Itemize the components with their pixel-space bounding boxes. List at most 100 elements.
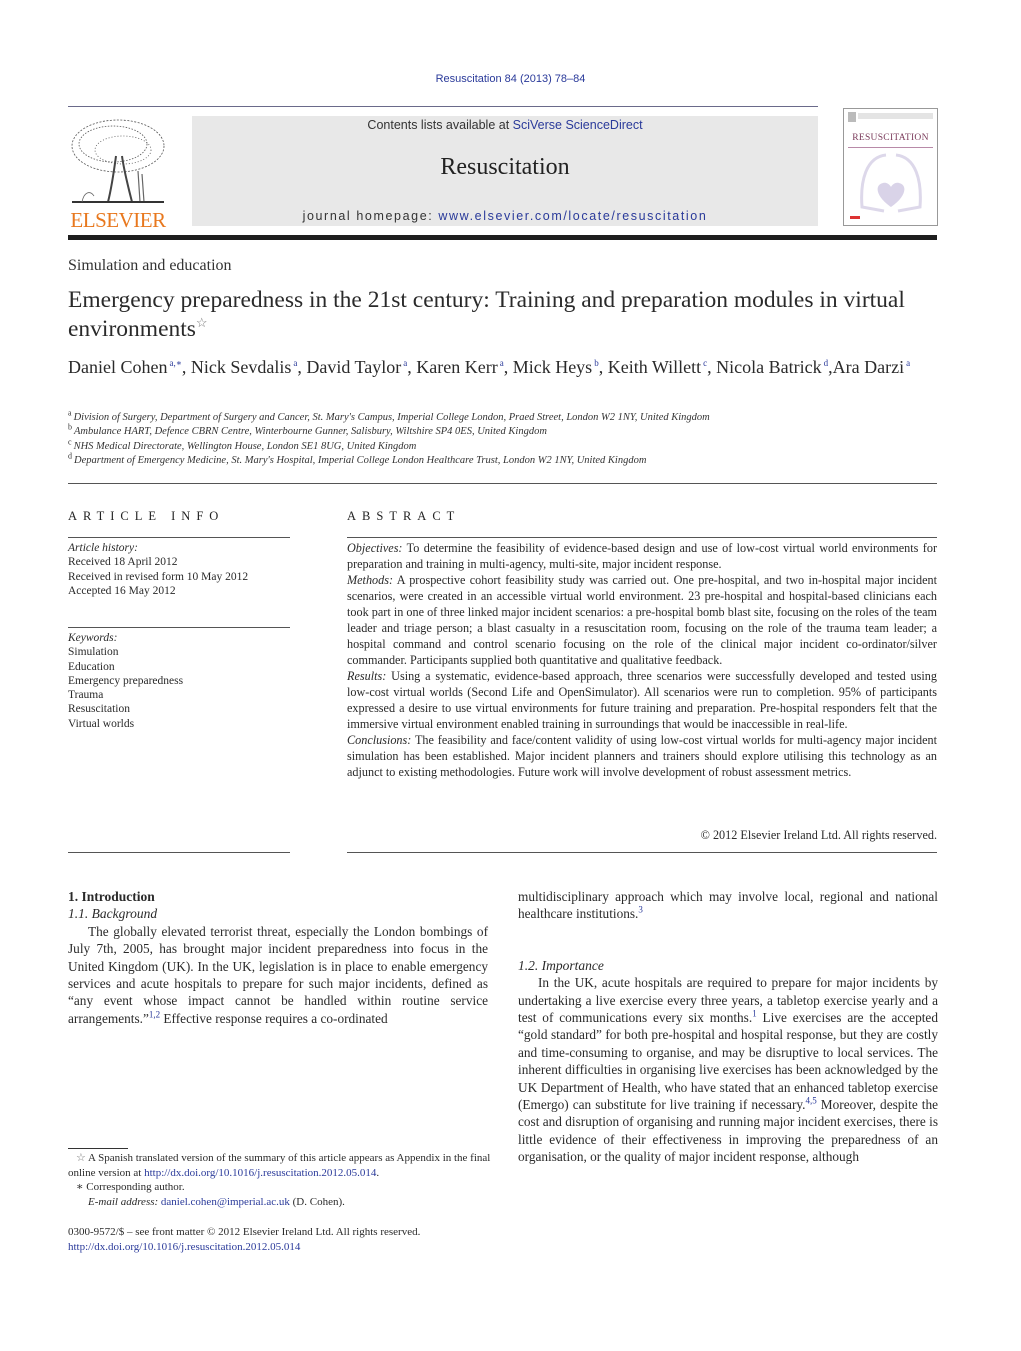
abstract-conclusions: Conclusions: The feasibility and face/co… [347, 732, 937, 780]
paragraph: multidisciplinary approach which may inv… [518, 888, 938, 923]
abstract-results: Results: Using a systematic, evidence-ba… [347, 668, 937, 732]
journal-reference[interactable]: Resuscitation 84 (2013) 78–84 [0, 73, 1021, 85]
author-list: Daniel Cohen a,∗, Nick Sevdalis a, David T… [68, 356, 948, 378]
divider-rule [68, 537, 290, 538]
journal-cover-thumbnail[interactable]: RESUSCITATION [843, 108, 938, 226]
elsevier-wordmark: ELSEVIER [70, 208, 166, 232]
abstract-text: Using a systematic, evidence-based appro… [347, 669, 937, 731]
affiliation: d Department of Emergency Medicine, St. M… [68, 451, 948, 468]
footnote-text: . [376, 1166, 380, 1179]
sciencedirect-link[interactable]: SciVerse ScienceDirect [513, 118, 643, 132]
cover-top-bar [858, 113, 933, 119]
abstract-methods: Methods: A prospective cohort feasibilit… [347, 572, 937, 668]
citation-link[interactable]: 3 [638, 905, 643, 915]
author[interactable]: Karen Kerr a, [416, 357, 512, 377]
subsection-heading-importance: 1.2. Importance [518, 957, 604, 973]
author-name: Keith Willett [607, 357, 702, 377]
copyright-notice: © 2012 Elsevier Ireland Ltd. All rights … [700, 828, 937, 842]
author-separator: , [407, 357, 417, 377]
affiliation-key: d [68, 451, 72, 461]
doi-link[interactable]: http://dx.doi.org/10.1016/j.resuscitatio… [144, 1167, 376, 1179]
author-separator: , [503, 357, 513, 377]
journal-homepage-link[interactable]: www.elsevier.com/locate/resuscitation [438, 209, 707, 223]
keywords: Keywords: Simulation Education Emergency… [68, 631, 298, 731]
citation-link[interactable]: 1,2 [149, 1009, 160, 1019]
subsection-heading-background: 1.1. Background [68, 906, 158, 922]
footnotes: ☆ A Spanish translated version of the su… [68, 1151, 493, 1209]
paragraph-text: Effective response requires a co-ordinat… [160, 1010, 388, 1026]
footnote-text: (D. Cohen). [289, 1195, 345, 1208]
paragraph-text: multidisciplinary approach which may inv… [518, 889, 938, 922]
abstract-heading: ABSTRACT [347, 509, 461, 523]
header-thick-rule [68, 235, 937, 240]
body-column-left: 1. Introduction 1.1. Background The glob… [68, 888, 488, 1027]
author-name: Daniel Cohen [68, 357, 168, 377]
citation-link[interactable]: 4,5 [806, 1096, 817, 1106]
footnote-email: E-mail address: daniel.cohen@imperial.ac… [68, 1195, 493, 1210]
abstract-label: Results: [347, 669, 387, 683]
keyword-item: Trauma [68, 689, 104, 702]
affiliation-text: Division of Surgery, Department of Surge… [73, 412, 710, 423]
keyword-item: Resuscitation [68, 703, 130, 716]
affiliation: b Ambulance HART, Defence CBRN Centre, Wi… [68, 422, 948, 439]
history-item: Received 18 April 2012 [68, 556, 178, 569]
author[interactable]: Mick Heys b, [513, 357, 608, 377]
footnote-star-icon: ☆ [76, 1152, 86, 1164]
author-separator: , [598, 357, 608, 377]
affiliation-key: c [68, 437, 72, 447]
author-separator: , [297, 357, 307, 377]
journal-header-band: Contents lists available at SciVerse Sci… [192, 116, 818, 226]
abstract-label: Conclusions: [347, 733, 412, 747]
abstract-text: To determine the feasibility of evidence… [347, 541, 937, 571]
abstract-label: Objectives: [347, 541, 403, 555]
homepage-prefix: journal homepage: [302, 209, 439, 223]
body-column-right: multidisciplinary approach which may inv… [518, 888, 938, 1166]
front-matter-text: 0300-9572/$ – see front matter © 2012 El… [68, 1226, 421, 1238]
affiliations: a Division of Surgery, Department of Surg… [68, 409, 948, 469]
abstract-label: Methods: [347, 573, 394, 587]
author[interactable]: David Taylor a, [306, 357, 416, 377]
email-label: E-mail address: [88, 1195, 159, 1208]
author-affiliation-marker[interactable]: a [906, 358, 910, 368]
footnote-translation: ☆ A Spanish translated version of the su… [68, 1151, 493, 1180]
paragraph: In the UK, acute hospitals are required … [518, 974, 938, 1165]
author[interactable]: Nick Sevdalis a, [191, 357, 307, 377]
divider-rule [347, 537, 937, 538]
email-link[interactable]: daniel.cohen@imperial.ac.uk [161, 1196, 290, 1208]
cover-title: RESUSCITATION [852, 133, 929, 143]
author-name: Ara Darzi [832, 357, 905, 377]
author[interactable]: Nicola Batrick d, [716, 357, 832, 377]
abstract-objectives: Objectives: To determine the feasibility… [347, 540, 937, 572]
author[interactable]: Ara Darzi a [833, 357, 910, 377]
affiliation-text: Department of Emergency Medicine, St. Ma… [74, 455, 647, 467]
author[interactable]: Keith Willett c, [608, 357, 716, 377]
affiliation-key: b [68, 422, 72, 432]
cover-rule [848, 147, 933, 148]
article-title: Emergency preparedness in the 21st centu… [68, 286, 948, 344]
article-history: Article history: Received 18 April 2012 … [68, 541, 298, 599]
journal-homepage-line: journal homepage: www.elsevier.com/locat… [192, 209, 818, 223]
affiliation: c NHS Medical Directorate, Wellington Hou… [68, 437, 948, 454]
author-separator: , [707, 357, 717, 377]
front-matter: 0300-9572/$ – see front matter © 2012 El… [68, 1225, 493, 1255]
doi-link[interactable]: http://dx.doi.org/10.1016/j.resuscitatio… [68, 1241, 300, 1253]
divider-rule [68, 483, 937, 484]
keyword-item: Education [68, 660, 115, 673]
top-rule [68, 106, 818, 107]
author-name: David Taylor [306, 357, 402, 377]
cover-red-mark-icon [850, 216, 860, 219]
title-footnote-star-icon[interactable]: ☆ [196, 315, 208, 330]
history-item: Accepted 16 May 2012 [68, 585, 176, 598]
author-affiliation-marker[interactable]: a,∗ [169, 358, 181, 368]
affiliation-text: NHS Medical Directorate, Wellington Hous… [73, 440, 417, 452]
divider-rule [68, 627, 290, 628]
author[interactable]: Daniel Cohen a,∗, [68, 357, 191, 377]
affiliation-text: Ambulance HART, Defence CBRN Centre, Win… [74, 426, 547, 438]
contents-line: Contents lists available at SciVerse Sci… [192, 118, 818, 132]
section-label: Simulation and education [68, 257, 232, 274]
author-name: Nick Sevdalis [190, 357, 292, 377]
author-name: Nicola Batrick [716, 357, 822, 377]
footnote-text: Corresponding author. [83, 1181, 185, 1194]
divider-rule [68, 852, 290, 853]
keyword-item: Virtual worlds [68, 717, 135, 730]
